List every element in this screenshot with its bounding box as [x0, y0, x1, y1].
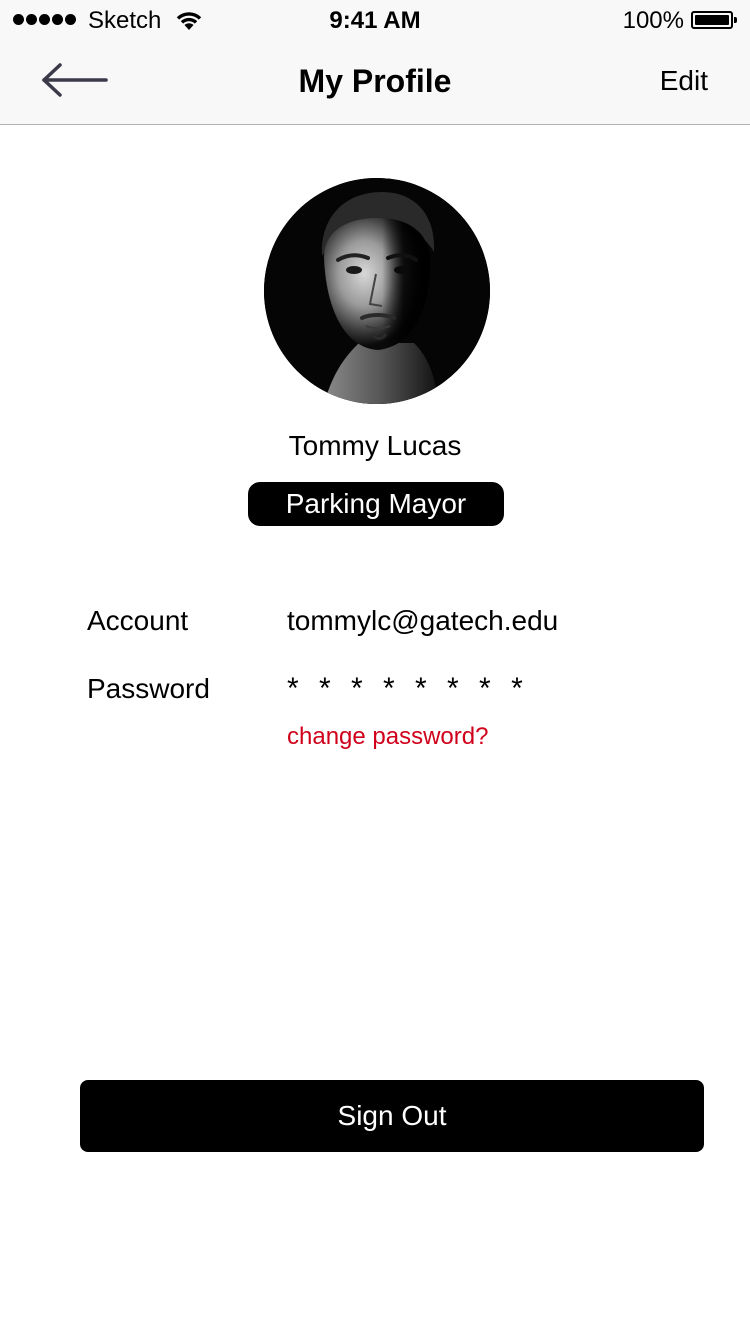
battery-percent: 100%: [622, 7, 684, 34]
change-password-link[interactable]: change password?: [287, 722, 488, 752]
password-label: Password: [87, 673, 210, 704]
profile-name: Tommy Lucas: [288, 430, 462, 461]
status-bar: Sketch 9:41 AM 100%: [0, 0, 750, 40]
sign-out-button[interactable]: Sign Out: [80, 1080, 704, 1152]
avatar: [264, 178, 490, 404]
account-label: Account: [87, 605, 189, 636]
battery-icon: [691, 11, 737, 29]
account-value: tommylc@gatech.edu: [287, 605, 559, 636]
edit-button[interactable]: Edit: [660, 64, 708, 98]
password-value: * * * * * * * *: [287, 672, 529, 705]
navigation-bar: My Profile Edit: [0, 40, 750, 125]
profile-screen: Sketch 9:41 AM 100% My Profile Edit Tomm…: [0, 0, 750, 1334]
role-badge: Parking Mayor: [248, 482, 504, 526]
avatar-photo: [264, 178, 490, 404]
page-title: My Profile: [298, 63, 452, 99]
